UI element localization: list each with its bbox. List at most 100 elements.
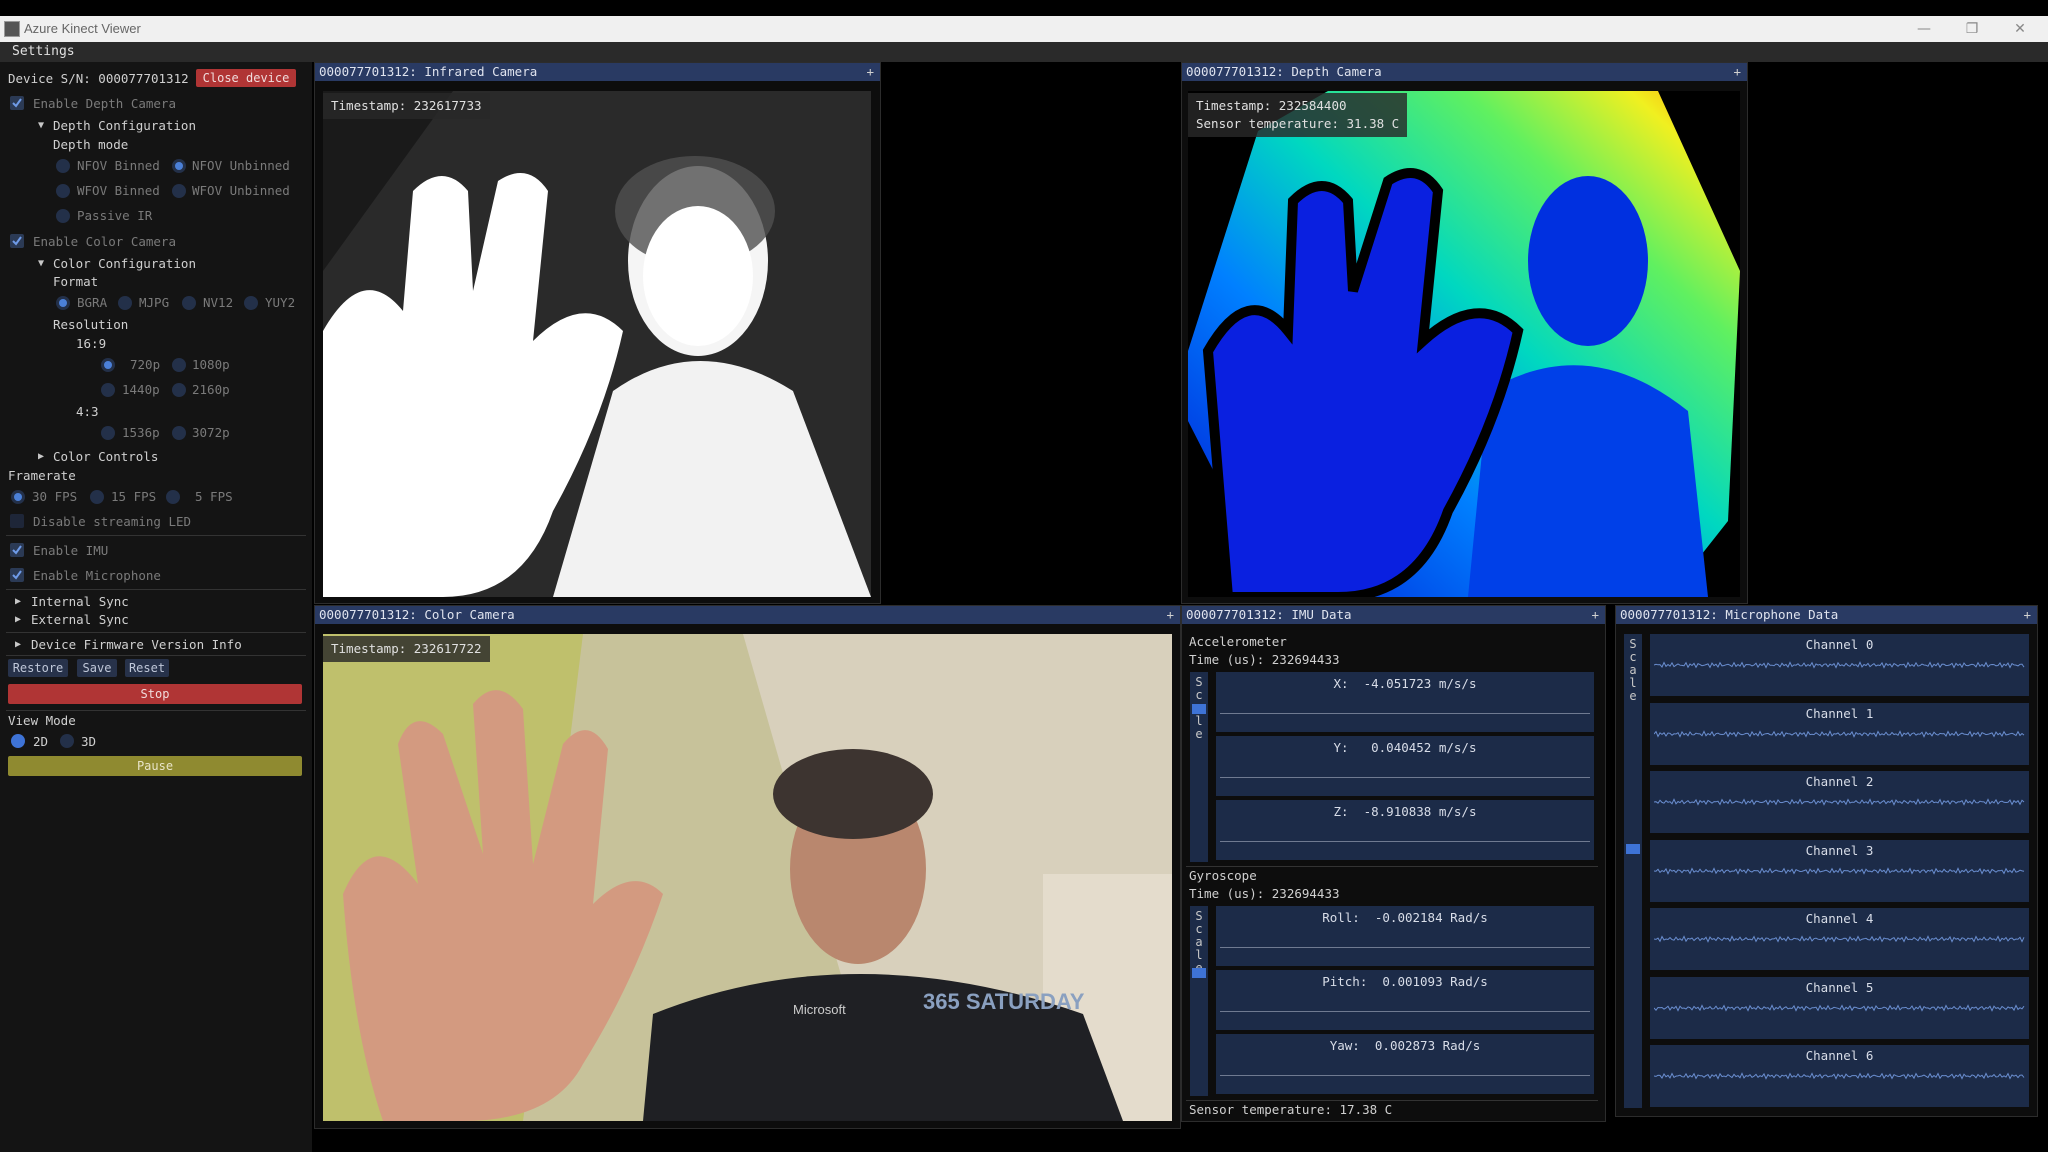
accelerometer-label: Accelerometer bbox=[1189, 634, 1287, 649]
plot-line bbox=[1220, 713, 1590, 714]
scale-handle[interactable] bbox=[1626, 844, 1640, 854]
window-title: Azure Kinect Viewer bbox=[24, 21, 141, 36]
res-1536p-radio[interactable] bbox=[101, 426, 115, 440]
panel-header[interactable]: 000077701312: Infrared Camera + bbox=[315, 63, 880, 81]
reset-button[interactable]: Reset bbox=[125, 659, 169, 677]
format-nv12-radio[interactable] bbox=[182, 296, 196, 310]
nfov-unbinned-radio[interactable] bbox=[172, 159, 186, 173]
restore-icon[interactable]: ❐ bbox=[1950, 18, 1994, 40]
format-mjpg-radio[interactable] bbox=[118, 296, 132, 310]
depth-config-header[interactable]: Depth Configuration bbox=[53, 118, 196, 133]
scale-handle[interactable] bbox=[1192, 968, 1206, 978]
restore-button[interactable]: Restore bbox=[8, 659, 68, 677]
maximize-icon[interactable]: + bbox=[1166, 606, 1174, 624]
mic-scale-slider[interactable]: Scale bbox=[1624, 634, 1642, 1108]
fps-5-radio[interactable] bbox=[166, 490, 180, 504]
internal-sync-header[interactable]: Internal Sync bbox=[31, 594, 129, 609]
panel-header[interactable]: 000077701312: IMU Data + bbox=[1182, 606, 1605, 624]
accelerometer-scale-slider[interactable]: Scale bbox=[1190, 672, 1208, 862]
mic-channel-label: Channel 5 bbox=[1805, 979, 1874, 995]
mic-channel-plot: Channel 6 bbox=[1650, 1045, 2029, 1107]
divider bbox=[6, 589, 306, 590]
expand-down-icon[interactable]: ▼ bbox=[38, 258, 44, 269]
expand-right-icon[interactable]: ▶ bbox=[15, 614, 21, 625]
expand-right-icon[interactable]: ▶ bbox=[38, 451, 44, 462]
color-config-header[interactable]: Color Configuration bbox=[53, 256, 196, 271]
imu-panel-title: 000077701312: IMU Data bbox=[1186, 607, 1352, 622]
menu-settings[interactable]: Settings bbox=[12, 44, 75, 59]
accel-z-value: Z: -8.910838 m/s/s bbox=[1333, 804, 1477, 819]
fps-15-radio[interactable] bbox=[90, 490, 104, 504]
infrared-panel-title: 000077701312: Infrared Camera bbox=[319, 64, 538, 79]
wfov-unbinned-radio[interactable] bbox=[172, 184, 186, 198]
external-sync-header[interactable]: External Sync bbox=[31, 612, 129, 627]
enable-depth-checkbox[interactable] bbox=[10, 96, 24, 110]
firmware-header[interactable]: Device Firmware Version Info bbox=[31, 637, 242, 652]
imu-sensor-temp: Sensor temperature: 17.38 C bbox=[1189, 1102, 1393, 1117]
color-camera-panel[interactable]: 000077701312: Color Camera + Microsoft 36… bbox=[314, 605, 1181, 1129]
expand-right-icon[interactable]: ▶ bbox=[15, 639, 21, 650]
mic-channel-plot: Channel 3 bbox=[1650, 839, 2029, 902]
passive-ir-radio[interactable] bbox=[56, 209, 70, 223]
scale-label: Scale bbox=[1629, 637, 1637, 703]
infrared-camera-panel[interactable]: 000077701312: Infrared Camera + Timestamp… bbox=[314, 62, 881, 604]
fps-15-label: 15 FPS bbox=[111, 489, 157, 504]
enable-color-label: Enable Color Camera bbox=[33, 234, 176, 249]
maximize-icon[interactable]: + bbox=[2023, 606, 2031, 624]
imu-data-panel[interactable]: 000077701312: IMU Data + Accelerometer Ti… bbox=[1181, 605, 1606, 1122]
stop-button[interactable]: Stop bbox=[8, 684, 302, 704]
disable-led-checkbox[interactable] bbox=[10, 514, 24, 528]
mic-channel-label: Channel 2 bbox=[1805, 774, 1874, 789]
framerate-label: Framerate bbox=[8, 468, 76, 483]
res-1440p-radio[interactable] bbox=[101, 383, 115, 397]
gyroscope-scale-slider[interactable]: Scale bbox=[1190, 906, 1208, 1096]
save-button[interactable]: Save bbox=[77, 659, 117, 677]
fps-30-radio[interactable] bbox=[11, 490, 25, 504]
expand-down-icon[interactable]: ▼ bbox=[38, 120, 44, 131]
format-yuy2-radio[interactable] bbox=[244, 296, 258, 310]
view-3d-label: 3D bbox=[81, 734, 97, 749]
check-icon bbox=[12, 236, 22, 246]
expand-right-icon[interactable]: ▶ bbox=[15, 596, 21, 607]
microphone-data-panel[interactable]: 000077701312: Microphone Data + Scale Cha… bbox=[1615, 605, 2038, 1117]
close-device-button[interactable]: Close device bbox=[196, 69, 296, 87]
maximize-icon[interactable]: + bbox=[1733, 63, 1741, 81]
enable-imu-checkbox[interactable] bbox=[10, 543, 24, 557]
view-2d-radio[interactable] bbox=[11, 734, 25, 748]
res-1536p-label: 1536p bbox=[122, 425, 160, 440]
scale-handle[interactable] bbox=[1192, 704, 1206, 714]
depth-timestamp: Timestamp: 232584400 bbox=[1196, 98, 1347, 113]
nfov-binned-radio[interactable] bbox=[56, 159, 70, 173]
close-icon[interactable]: ✕ bbox=[1998, 18, 2042, 40]
view-3d-radio[interactable] bbox=[60, 734, 74, 748]
res-720p-radio[interactable] bbox=[101, 358, 115, 372]
mic-panel-title: 000077701312: Microphone Data bbox=[1620, 607, 1839, 622]
color-controls-header[interactable]: Color Controls bbox=[53, 449, 158, 464]
res-2160p-radio[interactable] bbox=[172, 383, 186, 397]
res-2160p-label: 2160p bbox=[192, 382, 230, 397]
divider bbox=[6, 710, 306, 711]
depth-camera-panel[interactable]: 000077701312: Depth Camera + Timestamp: 2… bbox=[1181, 62, 1748, 604]
maximize-icon[interactable]: + bbox=[866, 63, 874, 81]
gyro-yaw-plot: Yaw: 0.002873 Rad/s bbox=[1216, 1034, 1594, 1094]
pause-button[interactable]: Pause bbox=[8, 756, 302, 776]
panel-header[interactable]: 000077701312: Depth Camera + bbox=[1182, 63, 1747, 81]
waveform-graphic bbox=[1654, 935, 2025, 943]
shirt-logo-text: 365 SATURDAY bbox=[923, 989, 1085, 1014]
panel-header[interactable]: 000077701312: Color Camera + bbox=[315, 606, 1180, 624]
enable-mic-checkbox[interactable] bbox=[10, 568, 24, 582]
enable-imu-label: Enable IMU bbox=[33, 543, 109, 558]
res-3072p-radio[interactable] bbox=[172, 426, 186, 440]
accelerometer-time: Time (us): 232694433 bbox=[1189, 652, 1340, 667]
enable-color-checkbox[interactable] bbox=[10, 234, 24, 248]
format-bgra-radio[interactable] bbox=[56, 296, 70, 310]
res-1080p-radio[interactable] bbox=[172, 358, 186, 372]
panel-header[interactable]: 000077701312: Microphone Data + bbox=[1616, 606, 2037, 624]
maximize-icon[interactable]: + bbox=[1591, 606, 1599, 624]
window-titlebar[interactable]: Azure Kinect Viewer — ❐ ✕ bbox=[0, 16, 2048, 42]
plot-line bbox=[1220, 1075, 1590, 1076]
wfov-binned-radio[interactable] bbox=[56, 184, 70, 198]
divider bbox=[6, 535, 306, 536]
plot-line bbox=[1220, 777, 1590, 778]
minimize-icon[interactable]: — bbox=[1902, 18, 1946, 40]
